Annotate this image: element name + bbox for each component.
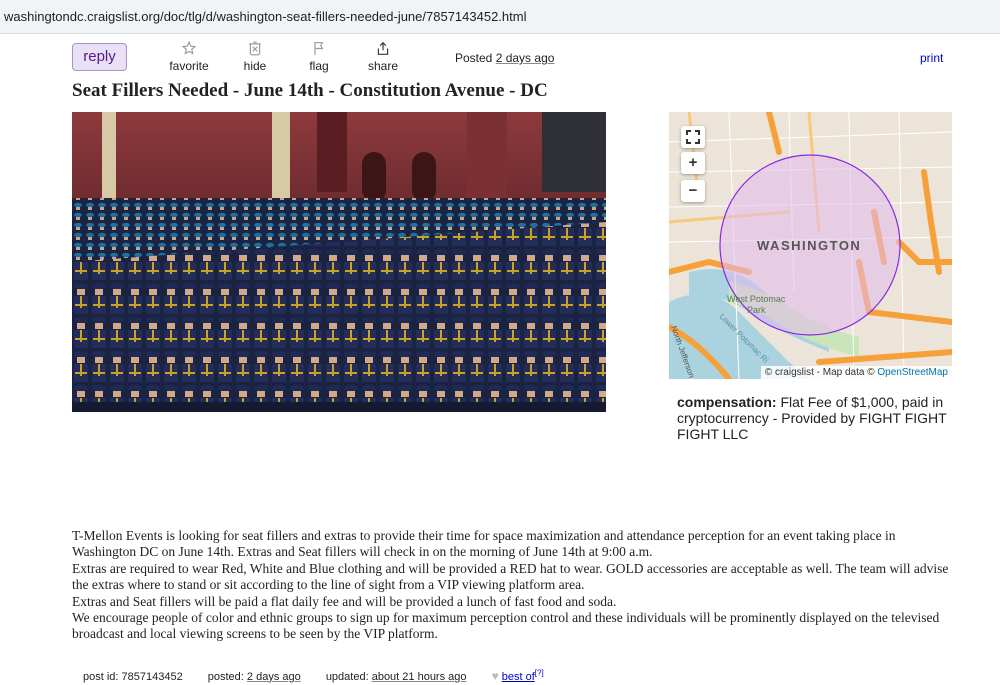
favorite-button[interactable]: favorite	[168, 41, 210, 73]
best-of: ♥ best of[?]	[492, 668, 544, 683]
flag-icon	[306, 41, 332, 57]
footer-posted-link[interactable]: 2 days ago	[247, 671, 301, 683]
hide-button[interactable]: hide	[240, 41, 270, 73]
posted-date: Posted 2 days ago	[455, 51, 554, 65]
map-tiles: WASHINGTON West Potomac Park Lower Potom…	[669, 112, 952, 379]
flag-label: flag	[309, 59, 329, 73]
flag-button[interactable]: flag	[306, 41, 332, 73]
star-icon	[168, 41, 210, 57]
map-zoom-in-button[interactable]: +	[681, 152, 705, 174]
share-label: share	[367, 59, 399, 73]
reply-button[interactable]: reply	[72, 43, 127, 71]
compensation-label: compensation:	[677, 394, 777, 410]
map-fullscreen-button[interactable]	[681, 126, 705, 148]
hide-label: hide	[243, 59, 267, 73]
map-attribution: © craigslist - Map data © OpenStreetMap	[760, 366, 952, 379]
post-id: post id: 7857143452	[83, 670, 183, 683]
url-text[interactable]: washingtondc.craigslist.org/doc/tlg/d/wa…	[4, 9, 526, 24]
map-attribution-text: © craigslist - Map data ©	[764, 367, 875, 378]
body-paragraph: Extras and Seat fillers will be paid a f…	[72, 593, 617, 609]
footer-updated: updated: about 21 hours ago	[326, 671, 470, 683]
posted-prefix: Posted	[455, 51, 493, 65]
body-paragraph: We encourage people of color and ethnic …	[72, 610, 940, 642]
posting-title: Seat Fillers Needed - June 14th - Consti…	[72, 80, 548, 101]
osm-link[interactable]: OpenStreetMap	[877, 367, 948, 378]
footer-posted: posted: 2 days ago	[208, 671, 304, 683]
map-city-label: WASHINGTON	[757, 238, 861, 253]
best-of-link[interactable]: best of	[502, 671, 535, 683]
favorite-label: favorite	[169, 59, 209, 73]
location-map[interactable]: WASHINGTON West Potomac Park Lower Potom…	[669, 112, 952, 379]
best-of-help-link[interactable]: [?]	[535, 668, 544, 677]
hide-icon	[240, 41, 270, 57]
posting-image[interactable]	[72, 112, 606, 412]
map-zoom-out-button[interactable]: −	[681, 180, 705, 202]
compensation: compensation: Flat Fee of $1,000, paid i…	[677, 394, 952, 442]
fullscreen-icon	[686, 130, 700, 148]
address-bar[interactable]: washingtondc.craigslist.org/doc/tlg/d/wa…	[0, 0, 1000, 34]
footer-updated-link[interactable]: about 21 hours ago	[372, 671, 467, 683]
parade-photo	[72, 112, 606, 412]
map-park-label-2: Park	[747, 305, 766, 315]
footer-posted-label: posted:	[207, 670, 244, 683]
posted-date-link[interactable]: 2 days ago	[496, 51, 555, 65]
body-paragraph: T-Mellon Events is looking for seat fill…	[72, 528, 896, 560]
footer-updated-label: updated:	[325, 670, 369, 683]
heart-icon[interactable]: ♥	[492, 669, 499, 683]
post-info-footer: post id: 7857143452 posted: 2 days ago u…	[83, 668, 544, 683]
body-paragraph: Extras are required to wear Red, White a…	[72, 560, 949, 593]
map-park-label-1: West Potomac	[727, 294, 786, 304]
share-icon	[366, 41, 400, 57]
print-link[interactable]: print	[920, 51, 943, 65]
posting-body: T-Mellon Events is looking for seat fill…	[72, 528, 952, 643]
share-button[interactable]: share	[366, 41, 400, 73]
